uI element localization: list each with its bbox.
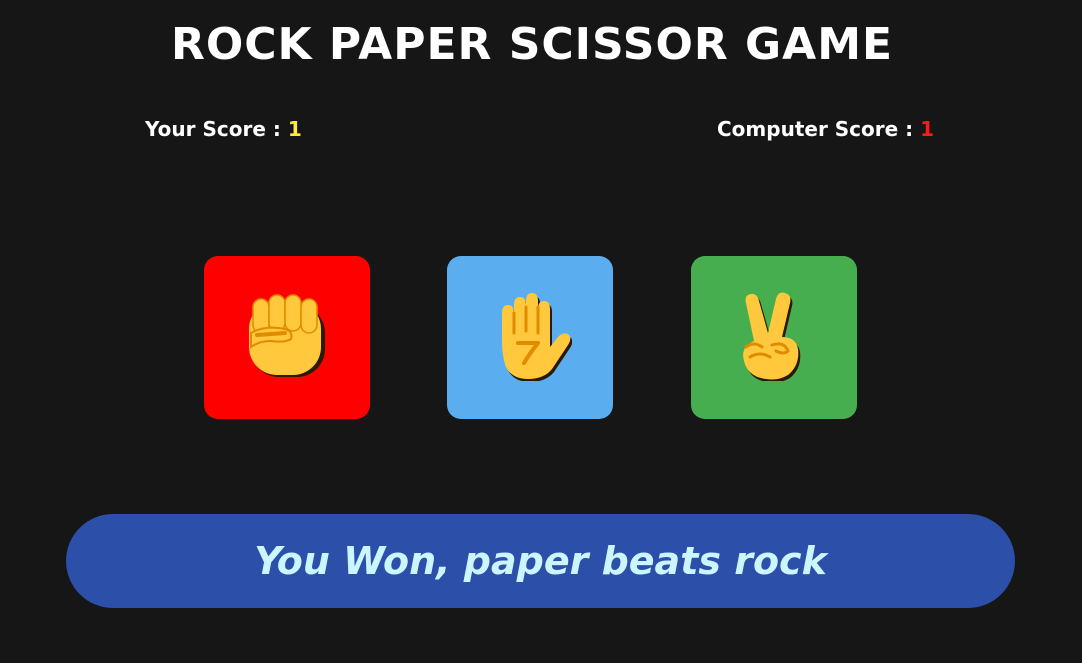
paper-choice-button[interactable] <box>447 256 613 419</box>
computer-score-label: Computer Score : <box>717 117 921 141</box>
rock-choice-button[interactable] <box>204 256 370 419</box>
user-score: Your Score : 1 <box>145 115 302 143</box>
fist-icon <box>245 291 329 385</box>
game-title: ROCK PAPER SCISSOR GAME <box>170 19 894 70</box>
user-score-value: 1 <box>287 117 302 141</box>
victory-hand-icon <box>732 291 816 385</box>
raised-hand-icon <box>488 291 573 385</box>
scissor-choice-button[interactable] <box>691 256 857 419</box>
result-message-banner: You Won, paper beats rock <box>66 514 1015 608</box>
computer-score-value: 1 <box>920 117 935 141</box>
result-message-text: You Won, paper beats rock <box>254 539 827 583</box>
computer-score: Computer Score : 1 <box>717 115 934 143</box>
user-score-label: Your Score : <box>145 117 288 141</box>
